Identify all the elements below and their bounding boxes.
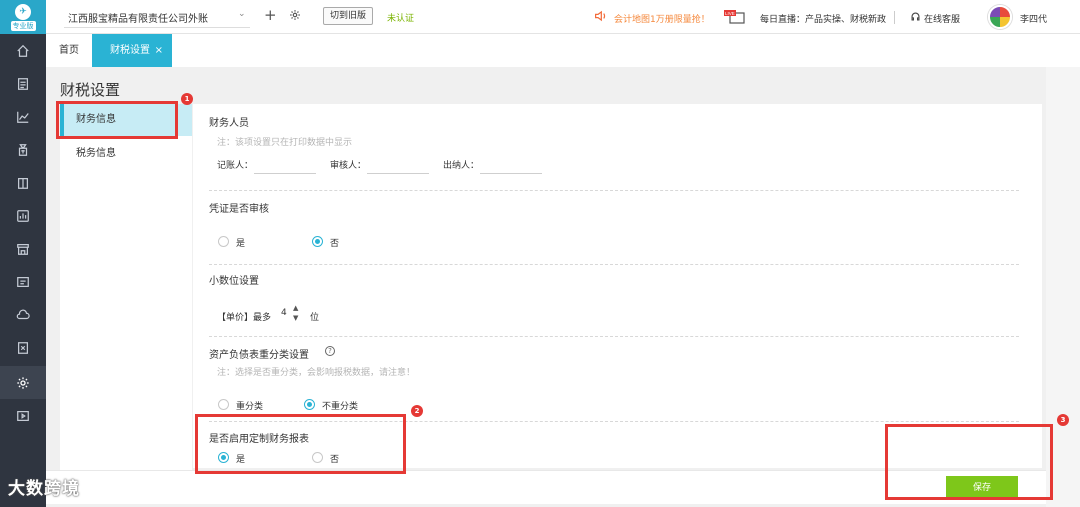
chart-icon[interactable] <box>0 100 46 133</box>
decimal-unit-label: 位 <box>310 313 320 323</box>
close-icon[interactable]: × <box>155 34 163 67</box>
cashier-label: 出纳人： <box>443 161 480 171</box>
chevron-down-icon[interactable]: ▼ <box>293 314 298 322</box>
annotation-box-1 <box>56 101 178 139</box>
book-icon[interactable] <box>0 166 46 199</box>
online-support-link[interactable]: 在线客服 <box>924 12 960 25</box>
reviewer-label: 审核人： <box>330 161 367 171</box>
live-tv-icon[interactable]: LIVE <box>724 10 746 24</box>
settings-icon[interactable] <box>0 366 46 399</box>
promo-link[interactable]: 会计地图1万册限量抢！ <box>614 12 710 25</box>
cashier-input[interactable] <box>480 173 542 174</box>
tax-icon[interactable] <box>0 331 46 364</box>
settings-sidebar: 财务信息 税务信息 <box>60 104 192 474</box>
tab-tax-settings-label: 财税设置 <box>110 45 150 56</box>
headset-icon <box>910 11 921 25</box>
tab-bar: 首页 财税设置 × <box>46 34 1080 67</box>
decimal-value[interactable]: 4 <box>281 308 287 318</box>
switch-version-button[interactable]: 切到旧版 <box>323 7 374 25</box>
left-rail: ✈ 专业版 <box>0 0 46 507</box>
logo-mark: ✈ <box>15 3 31 20</box>
live-stream-link[interactable]: 每日直播：产品实操、财税新政 <box>760 12 886 25</box>
watermark: 大数跨境 <box>8 479 80 499</box>
report-icon[interactable] <box>0 199 46 232</box>
voucher-review-yes-label: 是 <box>236 239 246 249</box>
chevron-down-icon[interactable]: ⌄ <box>238 9 246 19</box>
decimal-stepper[interactable]: 4 ▲ ▼ <box>277 304 307 324</box>
company-select[interactable]: 江西服宝精品有限责任公司外账 <box>68 10 208 25</box>
section-divider <box>209 264 1019 265</box>
top-bar: 江西服宝精品有限责任公司外账 ⌄ + 切到旧版 未认证 会计地图1万册限量抢！ … <box>46 0 1080 34</box>
app-logo[interactable]: ✈ 专业版 <box>0 0 46 34</box>
staff-section-title: 财务人员 <box>209 118 249 129</box>
voucher-icon[interactable] <box>0 67 46 100</box>
live-badge-text: LIVE <box>725 11 735 16</box>
decimal-section-title: 小数位设置 <box>209 276 259 287</box>
sidebar-item-tax-info[interactable]: 税务信息 <box>60 138 192 170</box>
annotation-box-3 <box>885 424 1053 500</box>
store-icon[interactable] <box>0 232 46 265</box>
bookkeeper-input[interactable] <box>254 173 316 174</box>
company-underline <box>64 27 250 28</box>
reviewer-input[interactable] <box>367 173 429 174</box>
staff-note: 注：该项设置只在打印数据中显示 <box>217 138 353 148</box>
username[interactable]: 李四代 <box>1020 12 1047 25</box>
section-divider <box>209 190 1019 191</box>
plus-icon[interactable]: + <box>264 6 277 24</box>
invoice-icon[interactable] <box>0 265 46 298</box>
page-title: 财税设置 <box>60 81 121 99</box>
reclass-label: 重分类 <box>236 402 264 412</box>
divider <box>894 11 895 24</box>
no-reclass-radio[interactable] <box>304 399 315 410</box>
annotation-badge-3: 3 <box>1057 414 1069 426</box>
voucher-review-yes-radio[interactable] <box>218 236 229 247</box>
annotation-badge-2: 2 <box>411 405 423 417</box>
tab-home[interactable]: 首页 <box>46 34 92 67</box>
reclass-note: 注：选择是否重分类，会影响报税数据，请注意！ <box>217 368 416 378</box>
section-divider <box>209 336 1019 337</box>
verify-status[interactable]: 未认证 <box>387 11 414 24</box>
video-icon[interactable] <box>0 399 46 432</box>
no-reclass-label: 不重分类 <box>322 402 359 412</box>
speaker-icon <box>594 10 607 25</box>
cloud-icon[interactable] <box>0 298 46 331</box>
bookkeeper-label: 记账人： <box>217 161 254 171</box>
chevron-up-icon[interactable]: ▲ <box>293 304 298 312</box>
reclass-section-title: 资产负债表重分类设置 <box>209 350 309 361</box>
annotation-badge-1: 1 <box>181 93 193 105</box>
gear-icon[interactable] <box>289 9 301 24</box>
voucher-review-no-label: 否 <box>330 239 340 249</box>
reclass-radio[interactable] <box>218 399 229 410</box>
money-bag-icon[interactable] <box>0 133 46 166</box>
annotation-box-2 <box>195 414 406 474</box>
logo-text: 专业版 <box>10 20 36 31</box>
tab-tax-settings[interactable]: 财税设置 × <box>92 34 172 67</box>
voucher-review-no-radio[interactable] <box>312 236 323 247</box>
avatar[interactable] <box>988 5 1012 29</box>
unit-price-label: 【单价】最多 <box>217 313 272 323</box>
voucher-review-title: 凭证是否审核 <box>209 204 269 215</box>
home-icon[interactable] <box>0 34 46 67</box>
help-icon[interactable]: ? <box>325 346 335 356</box>
